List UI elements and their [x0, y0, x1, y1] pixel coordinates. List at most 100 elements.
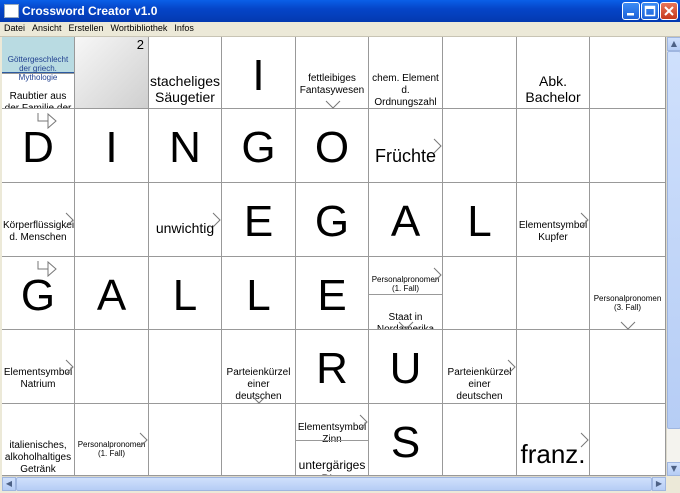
window-title: Crossword Creator v1.0: [22, 4, 158, 18]
clue-cell[interactable]: Parteienkürzel einer deutschen Partei: [443, 330, 517, 404]
empty-cell[interactable]: [443, 404, 517, 476]
clue-text: chem. Element d. Ordnungszahl 79: [372, 73, 439, 108]
arrow-right-icon: [65, 212, 74, 228]
cell-letter: I: [105, 123, 118, 172]
empty-cell[interactable]: [149, 404, 222, 476]
cell-letter: L: [467, 197, 492, 246]
menu-wortbibliothek[interactable]: Wortbibliothek: [107, 22, 171, 33]
close-button[interactable]: [660, 2, 678, 20]
cell-letter: E: [317, 271, 347, 320]
empty-cell[interactable]: [517, 109, 590, 183]
scroll-down-button[interactable]: ▼: [667, 462, 680, 476]
vertical-scrollbar[interactable]: ▲ ▼: [666, 37, 680, 476]
maximize-icon: [644, 5, 656, 17]
clue-text: Abk. Bachelor of Science: [520, 73, 585, 108]
crossword-grid: Göttergeschlecht der griech. Mythologie R…: [2, 37, 666, 476]
letter-cell[interactable]: N: [149, 109, 222, 183]
empty-cell[interactable]: [517, 330, 590, 404]
clue-cell[interactable]: italienisches, alkoholhaltiges Getränk: [2, 404, 75, 476]
clue-cell[interactable]: Personalpronomen (3. Fall): [590, 257, 666, 330]
letter-cell[interactable]: U: [369, 330, 443, 404]
empty-cell[interactable]: [590, 183, 666, 257]
scroll-corner: [666, 476, 680, 490]
letter-cell[interactable]: G: [296, 183, 369, 257]
letter-cell[interactable]: G: [222, 109, 296, 183]
clue-text: Elementsymbol Zinn: [297, 422, 367, 445]
minimize-button[interactable]: [622, 2, 640, 20]
menu-erstellen[interactable]: Erstellen: [65, 22, 107, 33]
cell-letter: O: [314, 123, 350, 172]
letter-cell[interactable]: S: [369, 404, 443, 476]
scroll-up-button[interactable]: ▲: [667, 37, 680, 51]
arrow-right-icon: [433, 267, 442, 283]
letter-cell[interactable]: O: [296, 109, 369, 183]
clue-text: untergäriges Bier: [298, 458, 366, 475]
clue-cell[interactable]: chem. Element d. Ordnungszahl 79: [369, 37, 443, 109]
arrow-right-icon: [507, 359, 516, 375]
letter-cell[interactable]: R: [296, 330, 369, 404]
scroll-right-button[interactable]: ▶: [652, 477, 666, 491]
cell-letter: A: [390, 197, 421, 246]
empty-cell[interactable]: [75, 330, 149, 404]
clue-text: Personalpronomen (1. Fall): [77, 440, 146, 458]
menu-datei[interactable]: Datei: [0, 22, 28, 33]
clue-cell[interactable]: fettleibiges Fantasywesen: [296, 37, 369, 109]
cell-letter: G: [241, 123, 276, 172]
arrow-down-icon: [251, 395, 267, 404]
arrow-down-icon: [325, 100, 340, 109]
clue-cell[interactable]: Abk. Bachelor of Science: [517, 37, 590, 109]
clue-separator: [2, 73, 74, 74]
empty-cell[interactable]: [443, 37, 517, 109]
clue-cell[interactable]: Parteienkürzel einer deutschen Partei: [222, 330, 296, 404]
arrow-right-icon: [433, 138, 442, 154]
letter-cell[interactable]: E: [222, 183, 296, 257]
letter-cell[interactable]: A: [75, 257, 149, 330]
scroll-left-button[interactable]: ◀: [2, 477, 16, 491]
empty-cell[interactable]: 2: [75, 37, 149, 109]
clue-cell[interactable]: Früchte: [369, 109, 443, 183]
clue-text: stacheliges Säugetier: [150, 73, 221, 105]
empty-cell[interactable]: [222, 404, 296, 476]
horizontal-scroll-thumb[interactable]: [16, 477, 652, 491]
maximize-button[interactable]: [641, 2, 659, 20]
empty-cell[interactable]: [590, 109, 666, 183]
letter-cell[interactable]: I: [222, 37, 296, 109]
letter-cell[interactable]: E: [296, 257, 369, 330]
clue-cell[interactable]: stacheliges Säugetier: [149, 37, 222, 109]
close-icon: [664, 6, 674, 16]
letter-cell[interactable]: I: [75, 109, 149, 183]
clue-text: franz. er: [520, 439, 586, 475]
clue-text: Elementsymbol Kupfer: [518, 220, 588, 243]
arrow-right-icon: [359, 414, 368, 430]
horizontal-scrollbar[interactable]: ◀ ▶: [2, 476, 666, 491]
app-icon: [4, 4, 19, 18]
cell-letter: L: [246, 271, 271, 320]
clue-cell[interactable]: Personalpronomen (1. Fall) Staat in Norda…: [369, 257, 443, 330]
arrow-right-icon: [212, 212, 221, 228]
clue-cell[interactable]: Personalpronomen (1. Fall): [75, 404, 149, 476]
vertical-scroll-thumb[interactable]: [667, 51, 680, 429]
arrow-right-icon: [65, 359, 74, 375]
clue-separator: [296, 440, 368, 441]
letter-cell[interactable]: L: [443, 183, 517, 257]
empty-cell[interactable]: [590, 37, 666, 109]
empty-cell[interactable]: [75, 183, 149, 257]
empty-cell[interactable]: [517, 257, 590, 330]
clue-text: Göttergeschlecht der griech. Mythologie: [7, 55, 69, 82]
empty-cell[interactable]: [443, 109, 517, 183]
clue-text: Raubtier aus der Familie der Hunde: [4, 91, 72, 109]
menu-ansicht[interactable]: Ansicht: [28, 22, 65, 33]
letter-cell[interactable]: A: [369, 183, 443, 257]
letter-cell[interactable]: L: [149, 257, 222, 330]
empty-cell[interactable]: [590, 404, 666, 476]
cell-letter: U: [389, 344, 422, 393]
letter-cell[interactable]: L: [222, 257, 296, 330]
title-bar[interactable]: Crossword Creator v1.0: [0, 0, 680, 22]
cell-letter: N: [169, 123, 201, 172]
menu-infos[interactable]: Infos: [170, 22, 197, 33]
empty-cell[interactable]: [149, 330, 222, 404]
empty-cell[interactable]: [590, 330, 666, 404]
clue-cell[interactable]: Göttergeschlecht der griech. Mythologie R…: [2, 37, 75, 109]
empty-cell[interactable]: [443, 257, 517, 330]
cell-letter: I: [252, 51, 265, 100]
